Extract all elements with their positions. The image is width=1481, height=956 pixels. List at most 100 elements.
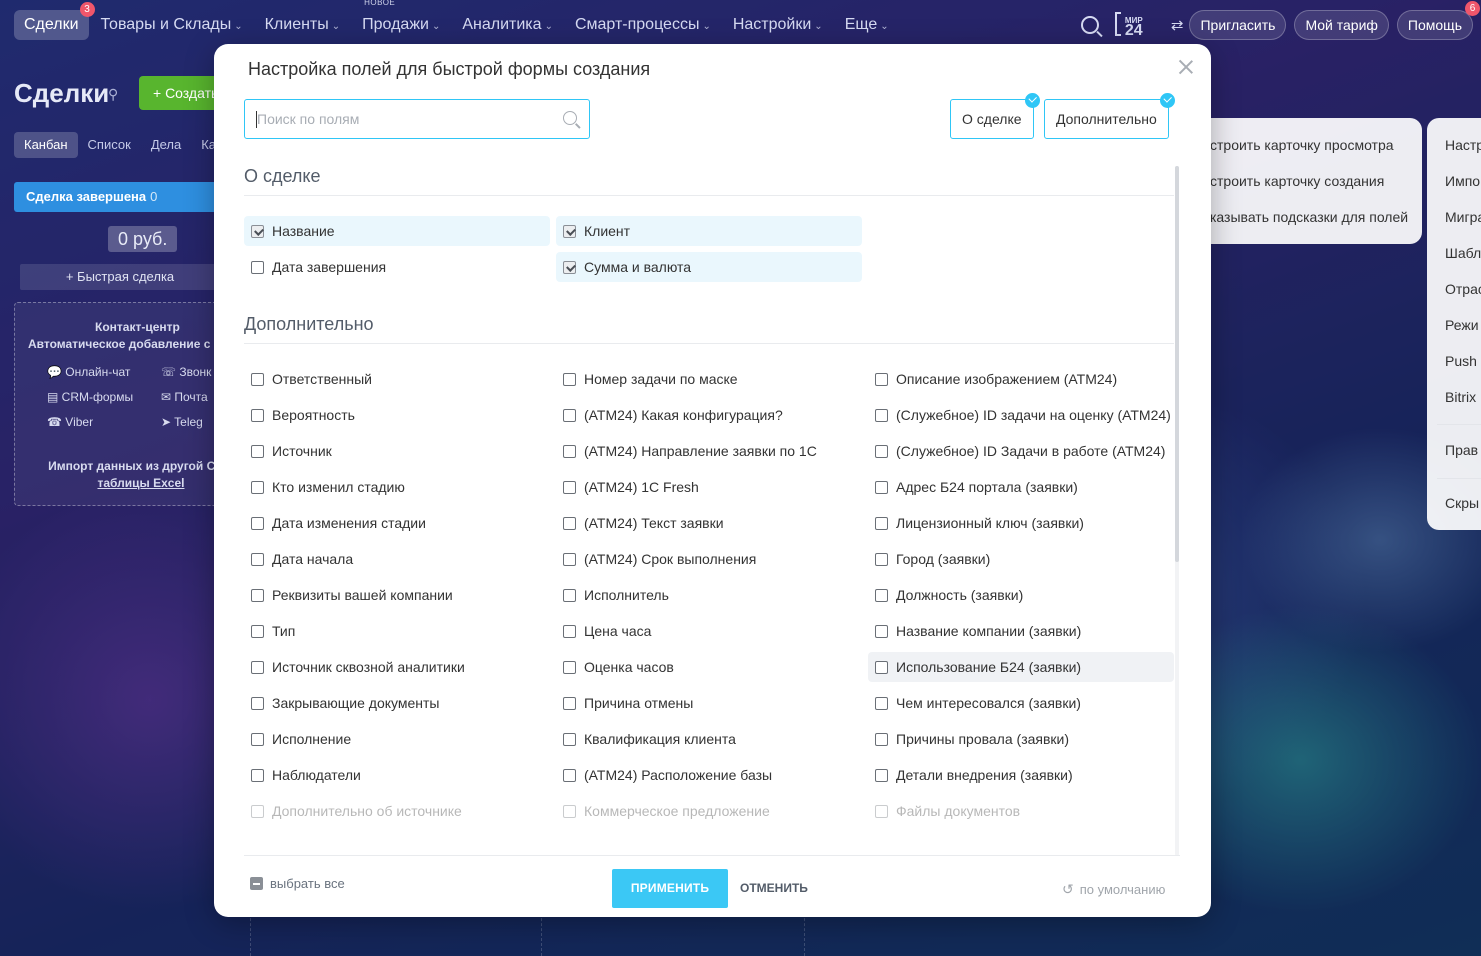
nav-item-goods[interactable]: Товары и Склады ⌄ <box>91 10 253 40</box>
field-option[interactable]: Дата завершения <box>244 252 550 282</box>
checkbox[interactable] <box>563 661 576 674</box>
menu-item-industry[interactable]: Отрас <box>1445 281 1481 297</box>
menu-item-rights[interactable]: Прав <box>1445 442 1478 458</box>
fields-scroll-area[interactable]: О сделке Дополнительно Название Клиент Дат… <box>214 164 1184 856</box>
field-option[interactable]: Детали внедрения (заявки) <box>868 760 1174 790</box>
checkbox[interactable] <box>875 733 888 746</box>
menu-item-import[interactable]: Импо <box>1445 173 1480 189</box>
field-option[interactable]: Коммерческое предложение <box>556 796 862 826</box>
checkbox[interactable] <box>251 481 264 494</box>
checkbox[interactable] <box>563 589 576 602</box>
reset-default-button[interactable]: ↺ по умолчанию <box>1062 881 1165 898</box>
kanban-column-header[interactable]: Сделка завершена 0 <box>14 182 224 212</box>
checkbox[interactable] <box>563 733 576 746</box>
checkbox[interactable] <box>875 661 888 674</box>
online-chat-link[interactable]: 💬 Онлайн-чат <box>47 365 130 379</box>
pin-icon[interactable]: ⚲ <box>108 86 118 103</box>
checkbox[interactable] <box>251 553 264 566</box>
checkbox[interactable] <box>875 697 888 710</box>
field-option[interactable]: (Служебное) ID Задачи в работе (АТМ24) <box>868 436 1174 466</box>
field-option[interactable]: Сумма и валюта <box>556 252 862 282</box>
scrollbar[interactable] <box>1175 166 1179 856</box>
checkbox[interactable] <box>563 805 576 818</box>
invite-button[interactable]: Пригласить <box>1189 10 1287 40</box>
checkbox[interactable] <box>563 445 576 458</box>
checkbox[interactable] <box>251 409 264 422</box>
nav-item-sales[interactable]: НОВОЕ Продажи ⌄ <box>352 0 450 40</box>
checkbox[interactable] <box>563 517 576 530</box>
filter-additional-button[interactable]: Дополнительно <box>1044 93 1175 139</box>
field-option[interactable]: Использование Б24 (заявки) <box>868 652 1174 682</box>
field-option[interactable]: Квалификация клиента <box>556 724 862 754</box>
menu-item-field-hints[interactable]: казывать подсказки для полей <box>1210 209 1408 225</box>
checkbox[interactable] <box>875 769 888 782</box>
nav-item-analytics[interactable]: Аналитика ⌄ <box>452 10 563 40</box>
checkbox[interactable] <box>875 589 888 602</box>
field-option[interactable]: Закрывающие документы <box>244 688 550 718</box>
field-option[interactable]: (АТМ24) Направление заявки по 1С <box>556 436 862 466</box>
tab-list[interactable]: Список <box>78 132 141 158</box>
help-button[interactable]: Помощь 6 <box>1396 1 1480 40</box>
checkbox[interactable] <box>251 625 264 638</box>
checkbox[interactable] <box>875 805 888 818</box>
field-option[interactable]: (Служебное) ID задачи на оценку (АТМ24) <box>868 400 1174 430</box>
checkbox[interactable] <box>251 661 264 674</box>
scrollbar-thumb[interactable] <box>1175 166 1179 562</box>
field-option[interactable]: Должность (заявки) <box>868 580 1174 610</box>
field-option[interactable]: Дата начала <box>244 544 550 574</box>
field-option[interactable]: Цена часа <box>556 616 862 646</box>
field-option[interactable]: Описание изображением (АТМ24) <box>868 364 1174 394</box>
field-option[interactable]: (АТМ24) Какая конфигурация? <box>556 400 862 430</box>
checkbox[interactable] <box>563 769 576 782</box>
close-icon[interactable] <box>1177 58 1195 76</box>
field-option[interactable]: Название <box>244 216 550 246</box>
field-option[interactable]: Файлы документов <box>868 796 1174 826</box>
checkbox[interactable] <box>875 481 888 494</box>
checkbox[interactable] <box>251 589 264 602</box>
checkbox[interactable] <box>251 373 264 386</box>
field-option[interactable]: Исполнение <box>244 724 550 754</box>
checkbox[interactable] <box>875 373 888 386</box>
viber-link[interactable]: ☎ Viber <box>47 415 93 429</box>
checkbox[interactable] <box>875 517 888 530</box>
checkbox[interactable] <box>563 553 576 566</box>
field-option[interactable]: Оценка часов <box>556 652 862 682</box>
nav-item-settings[interactable]: Настройки ⌄ <box>723 10 833 40</box>
field-option[interactable]: (АТМ24) Текст заявки <box>556 508 862 538</box>
menu-item-bitrix[interactable]: Bitrix <box>1445 389 1476 405</box>
checkbox[interactable] <box>563 697 576 710</box>
field-option[interactable]: (АТМ24) Срок выполнения <box>556 544 862 574</box>
checkbox[interactable] <box>251 697 264 710</box>
menu-item-create-card[interactable]: строить карточку создания <box>1210 173 1384 189</box>
search-icon[interactable] <box>1080 16 1099 34</box>
calls-link[interactable]: ☏ Звонк <box>161 365 211 379</box>
menu-item-migration[interactable]: Мигра <box>1445 209 1481 225</box>
field-option[interactable]: Кто изменил стадию <box>244 472 550 502</box>
field-option[interactable]: Название компании (заявки) <box>868 616 1174 646</box>
field-option[interactable]: Чем интересовался (заявки) <box>868 688 1174 718</box>
field-option[interactable]: (АТМ24) 1С Fresh <box>556 472 862 502</box>
field-option[interactable]: Вероятность <box>244 400 550 430</box>
checkbox[interactable] <box>563 481 576 494</box>
checkbox[interactable] <box>563 625 576 638</box>
nav-item-deals[interactable]: Сделки 3 <box>14 2 95 40</box>
tab-kanban[interactable]: Канбан <box>14 132 78 158</box>
field-option[interactable]: Дополнительно об источнике <box>244 796 550 826</box>
apply-button[interactable]: ПРИМЕНИТЬ <box>612 869 728 908</box>
field-option[interactable]: Адрес Б24 портала (заявки) <box>868 472 1174 502</box>
field-option[interactable]: Наблюдатели <box>244 760 550 790</box>
field-option[interactable]: Ответственный <box>244 364 550 394</box>
nav-item-more[interactable]: Еще ⌄ <box>835 10 899 40</box>
field-option[interactable]: Источник <box>244 436 550 466</box>
mail-link[interactable]: ✉ Почта <box>161 390 208 404</box>
field-search-box[interactable] <box>244 99 590 139</box>
field-option[interactable]: Номер задачи по маске <box>556 364 862 394</box>
checkbox[interactable] <box>563 373 576 386</box>
nav-item-clients[interactable]: Клиенты ⌄ <box>255 10 351 40</box>
field-option[interactable]: (АТМ24) Расположение базы <box>556 760 862 790</box>
import-excel-link[interactable]: таблицы Excel <box>98 476 185 490</box>
search-icon[interactable] <box>563 111 577 125</box>
field-option[interactable]: Исполнитель <box>556 580 862 610</box>
checkbox-checked[interactable] <box>563 261 576 274</box>
menu-item-push[interactable]: Push C <box>1445 353 1481 369</box>
